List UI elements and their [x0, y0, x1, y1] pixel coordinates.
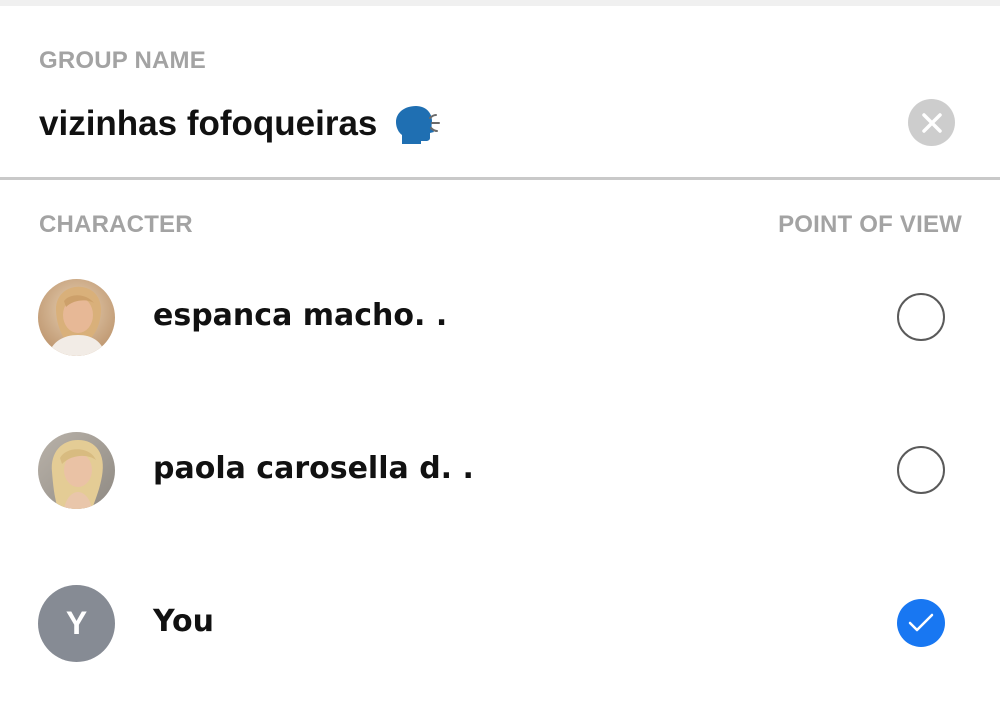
- character-row-you[interactable]: Y You: [0, 574, 1000, 674]
- group-name-label: GROUP NAME: [39, 47, 206, 74]
- character-name: You: [153, 604, 214, 639]
- pov-radio-selected[interactable]: [897, 599, 945, 647]
- point-of-view-column-header: POINT OF VIEW: [778, 211, 962, 238]
- avatar: Y: [38, 585, 115, 662]
- close-icon: [921, 112, 942, 133]
- character-name: paola carosella d. .: [153, 451, 474, 486]
- pov-radio[interactable]: [897, 293, 945, 341]
- avatar: [38, 432, 115, 509]
- pov-radio[interactable]: [897, 446, 945, 494]
- character-column-header: CHARACTER: [39, 211, 193, 238]
- clear-group-name-button[interactable]: [908, 99, 955, 146]
- group-name-input[interactable]: [39, 98, 859, 150]
- check-icon: [908, 613, 934, 632]
- top-divider: [0, 0, 1000, 6]
- avatar: [38, 279, 115, 356]
- character-row-espanca[interactable]: espanca macho. .: [0, 268, 1000, 368]
- character-row-paola[interactable]: paola carosella d. .: [0, 421, 1000, 521]
- speaking-head-icon: [396, 106, 440, 144]
- character-name: espanca macho. .: [153, 298, 448, 333]
- header-divider: [0, 177, 1000, 180]
